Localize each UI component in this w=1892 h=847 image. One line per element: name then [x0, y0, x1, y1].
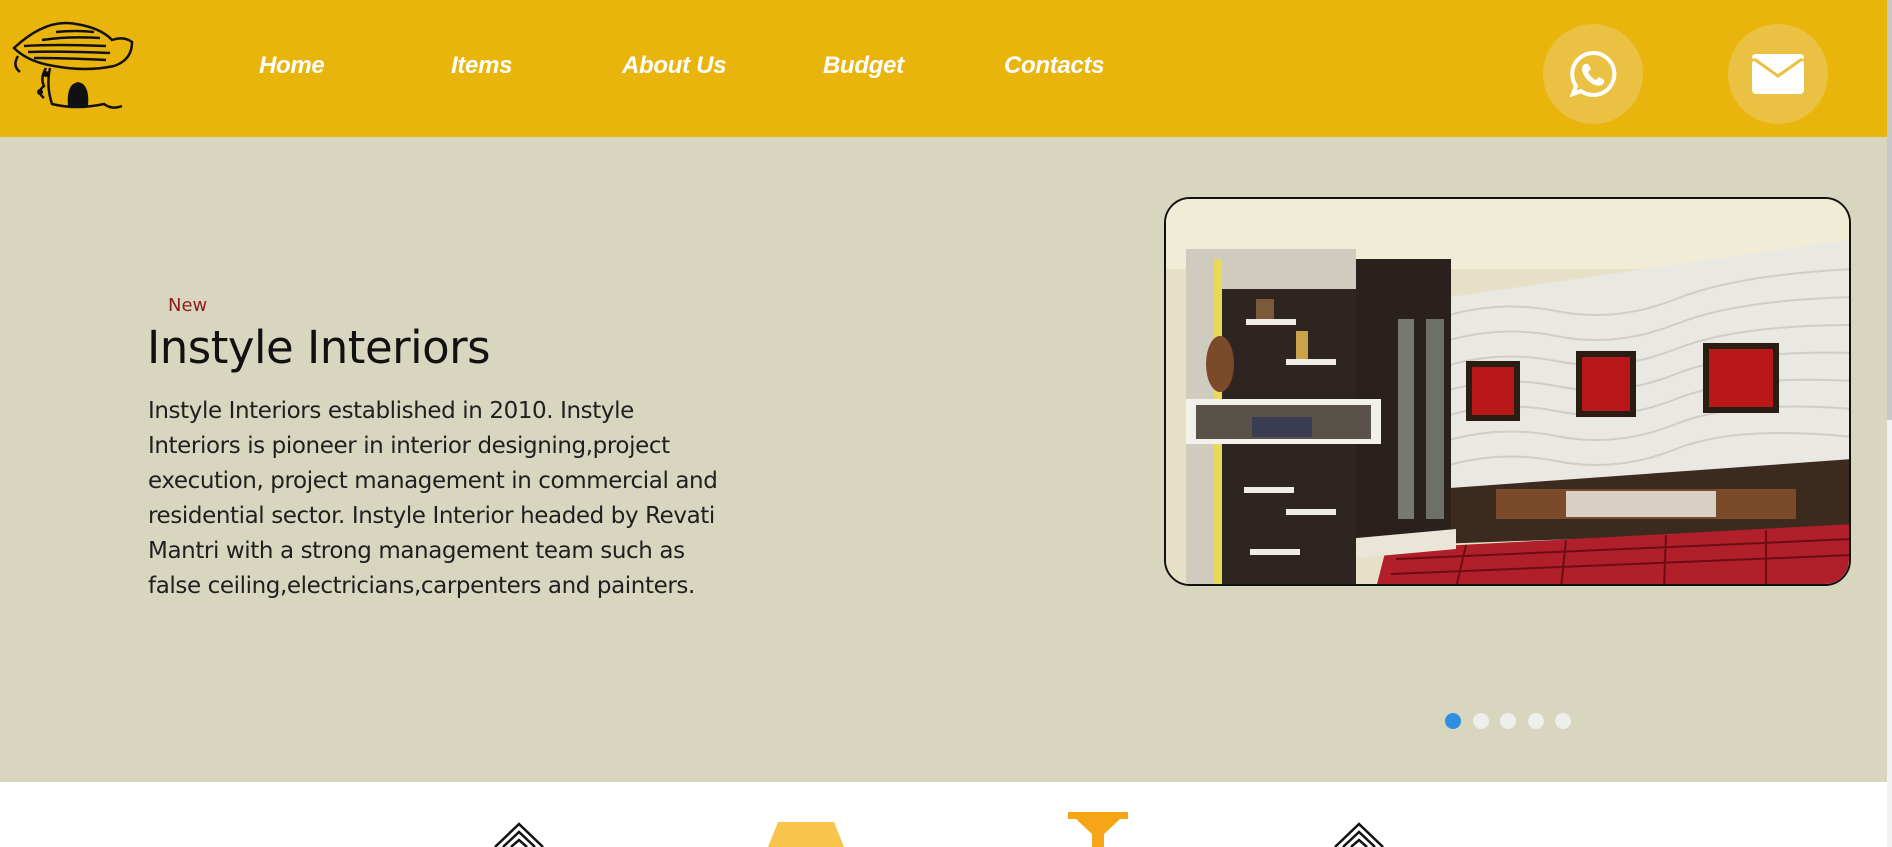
nav-home[interactable]: Home — [259, 52, 325, 80]
hero-title: Instyle Interiors — [147, 321, 491, 374]
carousel-dot-5[interactable] — [1555, 713, 1571, 729]
diamond-layers-icon — [1334, 822, 1384, 847]
page-scrollbar[interactable] — [1887, 0, 1892, 847]
lamp-shade-icon — [768, 822, 844, 847]
nav-contacts[interactable]: Contacts — [1004, 52, 1105, 80]
trophy-icon — [1068, 812, 1128, 847]
carousel-dot-3[interactable] — [1500, 713, 1516, 729]
diamond-layers-icon — [494, 822, 544, 847]
nav-items[interactable]: Items — [451, 52, 513, 80]
email-button[interactable] — [1728, 24, 1828, 124]
whatsapp-icon — [1569, 50, 1617, 98]
hero-carousel: New Instyle Interiors Instyle Interiors … — [0, 137, 1887, 782]
nav-budget[interactable]: Budget — [823, 52, 904, 80]
scrollbar-thumb[interactable] — [1887, 0, 1892, 420]
carousel-dot-4[interactable] — [1528, 713, 1544, 729]
new-tag: New — [168, 295, 208, 316]
whatsapp-button[interactable] — [1543, 24, 1643, 124]
carousel-dot-1[interactable] — [1445, 713, 1461, 729]
features-strip — [0, 782, 1887, 847]
bedroom-interior-photo — [1164, 197, 1851, 586]
nav-about-us[interactable]: About Us — [622, 52, 727, 80]
envelope-icon — [1752, 54, 1804, 94]
cottage-hut-logo[interactable] — [6, 16, 138, 120]
site-header: Home Items About Us Budget Contacts — [0, 0, 1887, 137]
carousel-dot-2[interactable] — [1473, 713, 1489, 729]
hero-description: Instyle Interiors established in 2010. I… — [148, 398, 718, 599]
